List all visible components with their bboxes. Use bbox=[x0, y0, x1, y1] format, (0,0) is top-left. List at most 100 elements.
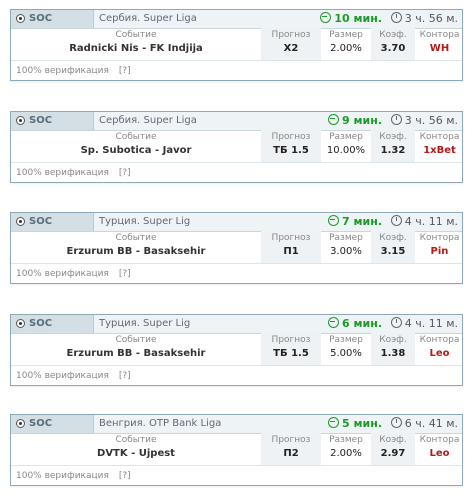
start-value: 3 ч. 56 м. bbox=[404, 114, 458, 127]
prediction-value: П2 bbox=[283, 448, 299, 459]
tip-card: SOC Венгрия. OTP Bank Liga 5 мин. 6 ч. 4… bbox=[10, 414, 463, 486]
sport-label: SOC bbox=[29, 216, 53, 227]
tip-row: Событие Erzurum BB - Basaksehir Прогноз П1… bbox=[11, 231, 462, 263]
coef-label: Коэф. bbox=[379, 335, 407, 345]
event-label: Событие bbox=[115, 132, 157, 142]
arrow-circle-icon bbox=[328, 317, 340, 328]
bookmaker-link[interactable]: Pin bbox=[415, 246, 464, 257]
bookmaker-label: Контора bbox=[419, 335, 460, 345]
soccer-ball-icon bbox=[16, 116, 25, 125]
tip-header: SOC Сербия. Super Liga 10 мин. 3 ч. 56 м… bbox=[11, 10, 462, 29]
start-value: 4 ч. 11 м. bbox=[404, 215, 458, 228]
sport-tag[interactable]: SOC bbox=[11, 213, 94, 231]
bookmaker-link[interactable]: WH bbox=[415, 43, 464, 54]
verification-text: 100% верификация bbox=[16, 269, 109, 279]
timer-value: 5 мин. bbox=[342, 417, 382, 430]
coef-cell: Коэф. 1.32 bbox=[371, 130, 415, 162]
bookmaker-link[interactable]: 1xBet bbox=[415, 145, 464, 156]
verification: 100% верификация [?] bbox=[16, 269, 131, 279]
verification-text: 100% верификация bbox=[16, 371, 109, 381]
start-time: 4 ч. 11 м. bbox=[390, 215, 458, 228]
prediction-value: ТБ 1.5 bbox=[273, 145, 309, 156]
event-name[interactable]: Sp. Subotica - Javor bbox=[11, 145, 261, 156]
help-link[interactable]: [?] bbox=[119, 66, 131, 76]
verification: 100% верификация [?] bbox=[16, 371, 131, 381]
event-cell: Событие DVTK - Ujpest bbox=[11, 433, 261, 465]
size-cell: Размер 10.00% bbox=[321, 130, 371, 162]
arrow-circle-icon bbox=[328, 114, 340, 125]
timer: 5 мин. bbox=[328, 417, 382, 430]
clock-icon bbox=[390, 215, 402, 226]
sport-label: SOC bbox=[29, 115, 53, 126]
verification-text: 100% верификация bbox=[16, 66, 109, 76]
timer: 10 мин. bbox=[320, 12, 382, 25]
bookmaker-label: Контора bbox=[419, 30, 460, 40]
bookmaker-link[interactable]: Leo bbox=[415, 448, 464, 459]
bookmaker-label: Контора bbox=[419, 233, 460, 243]
size-label: Размер bbox=[329, 132, 363, 142]
coef-value: 1.38 bbox=[380, 348, 406, 359]
sport-tag[interactable]: SOC bbox=[11, 10, 94, 28]
coef-value: 2.97 bbox=[380, 448, 406, 459]
tip-header: SOC Венгрия. OTP Bank Liga 5 мин. 6 ч. 4… bbox=[11, 415, 462, 434]
size-label: Размер bbox=[329, 435, 363, 445]
start-value: 3 ч. 56 м. bbox=[404, 12, 458, 25]
prediction-label: Прогноз bbox=[271, 233, 311, 243]
prediction-label: Прогноз bbox=[271, 132, 311, 142]
timer-value: 9 мин. bbox=[342, 114, 382, 127]
start-time: 3 ч. 56 м. bbox=[390, 114, 458, 127]
help-link[interactable]: [?] bbox=[119, 269, 131, 279]
help-link[interactable]: [?] bbox=[119, 371, 131, 381]
event-name[interactable]: Erzurum BB - Basaksehir bbox=[11, 348, 261, 359]
timer: 7 мин. bbox=[328, 215, 382, 228]
size-value: 2.00% bbox=[330, 43, 362, 54]
tip-row: Событие Erzurum BB - Basaksehir Прогноз ТБ… bbox=[11, 333, 462, 365]
start-value: 6 ч. 41 м. bbox=[404, 417, 458, 430]
sport-tag[interactable]: SOC bbox=[11, 415, 94, 433]
start-value: 4 ч. 11 м. bbox=[404, 317, 458, 330]
sport-label: SOC bbox=[29, 318, 53, 329]
help-link[interactable]: [?] bbox=[119, 168, 131, 178]
tip-card: SOC Сербия. Super Liga 10 мин. 3 ч. 56 м… bbox=[10, 9, 463, 81]
bookmaker-link[interactable]: Leo bbox=[415, 348, 464, 359]
prediction-cell: Прогноз ТБ 1.5 bbox=[261, 333, 321, 365]
soccer-ball-icon bbox=[16, 14, 25, 23]
bookmaker-label: Контора bbox=[419, 435, 460, 445]
tip-header: SOC Турция. Super Lig 7 мин. 4 ч. 11 м. bbox=[11, 213, 462, 232]
prediction-label: Прогноз bbox=[271, 435, 311, 445]
verification: 100% верификация [?] bbox=[16, 168, 131, 178]
event-name[interactable]: Erzurum BB - Basaksehir bbox=[11, 246, 261, 257]
tip-row: Событие Sp. Subotica - Javor Прогноз ТБ 1.… bbox=[11, 130, 462, 162]
tip-footer: 100% верификация [?] bbox=[11, 263, 462, 284]
coef-label: Коэф. bbox=[379, 233, 407, 243]
league-name: Турция. Super Lig bbox=[99, 318, 191, 329]
size-label: Размер bbox=[329, 233, 363, 243]
timer: 6 мин. bbox=[328, 317, 382, 330]
prediction-cell: Прогноз X2 bbox=[261, 28, 321, 60]
bookmaker-cell: Контора WH bbox=[415, 28, 464, 60]
size-cell: Размер 5.00% bbox=[321, 333, 371, 365]
soccer-ball-icon bbox=[16, 319, 25, 328]
timer-value: 6 мин. bbox=[342, 317, 382, 330]
event-label: Событие bbox=[115, 233, 157, 243]
size-cell: Размер 2.00% bbox=[321, 433, 371, 465]
tip-footer: 100% верификация [?] bbox=[11, 365, 462, 386]
bookmaker-label: Контора bbox=[419, 132, 460, 142]
coef-label: Коэф. bbox=[379, 132, 407, 142]
coef-value: 3.15 bbox=[380, 246, 406, 257]
tip-card: SOC Турция. Super Lig 7 мин. 4 ч. 11 м. … bbox=[10, 212, 463, 284]
prediction-label: Прогноз bbox=[271, 30, 311, 40]
event-name[interactable]: Radnicki Nis - FK Indjija bbox=[11, 43, 261, 54]
verification: 100% верификация [?] bbox=[16, 66, 131, 76]
help-link[interactable]: [?] bbox=[119, 471, 131, 481]
sport-tag[interactable]: SOC bbox=[11, 315, 94, 333]
tip-footer: 100% верификация [?] bbox=[11, 60, 462, 81]
prediction-label: Прогноз bbox=[271, 335, 311, 345]
sport-tag[interactable]: SOC bbox=[11, 112, 94, 130]
event-name[interactable]: DVTK - Ujpest bbox=[11, 448, 261, 459]
size-value: 2.00% bbox=[330, 448, 362, 459]
start-time: 6 ч. 41 м. bbox=[390, 417, 458, 430]
event-cell: Событие Radnicki Nis - FK Indjija bbox=[11, 28, 261, 60]
tip-card: SOC Турция. Super Lig 6 мин. 4 ч. 11 м. … bbox=[10, 314, 463, 386]
clock-icon bbox=[390, 12, 402, 23]
